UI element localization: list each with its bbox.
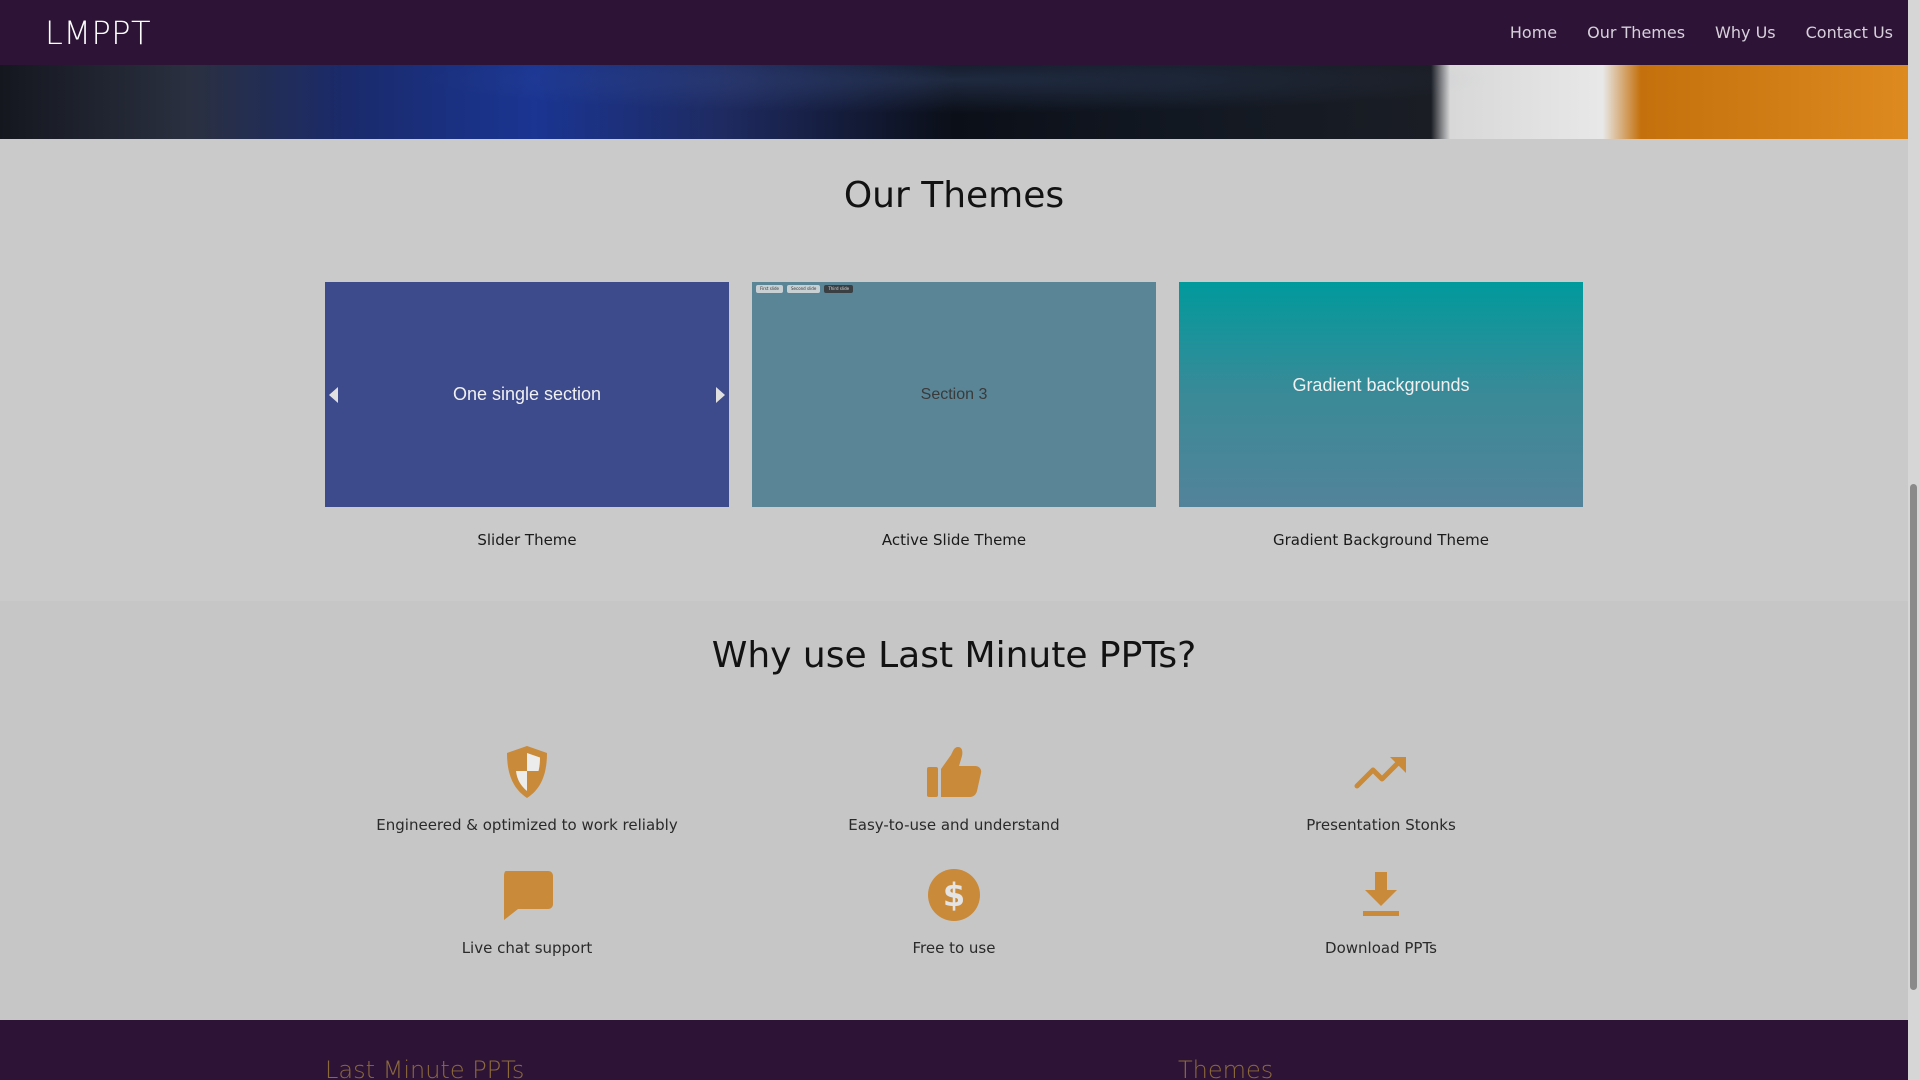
themes-section: Our Themes One single section Slider The… (0, 139, 1908, 601)
feature-item: Live chat support (325, 867, 729, 957)
chat-icon (325, 867, 729, 923)
mini-tab: Second slide (787, 285, 821, 293)
nav-link-contact-us[interactable]: Contact Us (1806, 23, 1893, 42)
nav-links: Home Our Themes Why Us Contact Us (1510, 23, 1893, 42)
theme-card-active-slide[interactable]: First slide Second slide Third slide Sec… (752, 282, 1156, 549)
theme-card-label: Gradient Background Theme (1272, 531, 1490, 549)
theme-card-slider[interactable]: One single section Slider Theme (325, 282, 729, 549)
feature-text: Live chat support (461, 939, 593, 957)
feature-item: Engineered & optimized to work reliably (325, 744, 729, 834)
shield-icon (325, 744, 729, 800)
footer: Last Minute PPTs Themes (0, 1020, 1908, 1080)
hero-image (0, 65, 1908, 139)
nav-link-home[interactable]: Home (1510, 23, 1557, 42)
active-slide-theme-preview[interactable]: First slide Second slide Third slide Sec… (752, 282, 1156, 507)
mini-tab: First slide (756, 285, 783, 293)
feature-item: $ Free to use (752, 867, 1156, 957)
preview-text: Gradient backgrounds (1292, 375, 1470, 395)
svg-text:$: $ (943, 876, 965, 914)
theme-card-gradient[interactable]: Gradient backgrounds Gradient Background… (1179, 282, 1583, 549)
footer-heading-themes: Themes (1178, 1056, 1274, 1080)
nav-link-our-themes[interactable]: Our Themes (1587, 23, 1685, 42)
theme-card-label: Active Slide Theme (881, 531, 1027, 549)
feature-text: Presentation Stonks (1306, 816, 1456, 834)
trending-up-icon (1179, 744, 1583, 800)
themes-title: Our Themes (843, 175, 1065, 216)
why-section: Why use Last Minute PPTs? Engineered & o… (0, 601, 1908, 1020)
feature-text: Engineered & optimized to work reliably (376, 816, 678, 834)
scrollbar-thumb[interactable] (1910, 484, 1917, 990)
mini-tab: Third slide (824, 285, 854, 293)
thumbs-up-icon (752, 744, 1156, 800)
why-title: Why use Last Minute PPTs? (711, 635, 1197, 676)
preview-text: One single section (452, 384, 602, 404)
arrow-left-icon[interactable] (329, 386, 338, 403)
dollar-icon: $ (752, 867, 1156, 923)
slider-theme-preview[interactable]: One single section (325, 282, 729, 507)
download-icon (1179, 867, 1583, 923)
brand-logo[interactable]: LMPPT (45, 14, 151, 52)
navbar: LMPPT Home Our Themes Why Us Contact Us (0, 0, 1908, 65)
feature-item: Download PPTs (1179, 867, 1583, 957)
feature-text: Free to use (912, 939, 996, 957)
nav-link-why-us[interactable]: Why Us (1715, 23, 1776, 42)
feature-item: Easy-to-use and understand (752, 744, 1156, 834)
arrow-right-icon[interactable] (716, 386, 725, 403)
footer-heading-brand: Last Minute PPTs (325, 1056, 525, 1080)
gradient-theme-preview[interactable]: Gradient backgrounds (1179, 282, 1583, 507)
theme-card-label: Slider Theme (477, 531, 577, 549)
feature-item: Presentation Stonks (1179, 744, 1583, 834)
preview-mini-tabs: First slide Second slide Third slide (756, 285, 854, 293)
preview-text: Section 3 (920, 385, 988, 403)
feature-text: Download PPTs (1325, 939, 1437, 957)
page-scrollbar[interactable] (1908, 0, 1920, 1080)
feature-text: Easy-to-use and understand (848, 816, 1060, 834)
